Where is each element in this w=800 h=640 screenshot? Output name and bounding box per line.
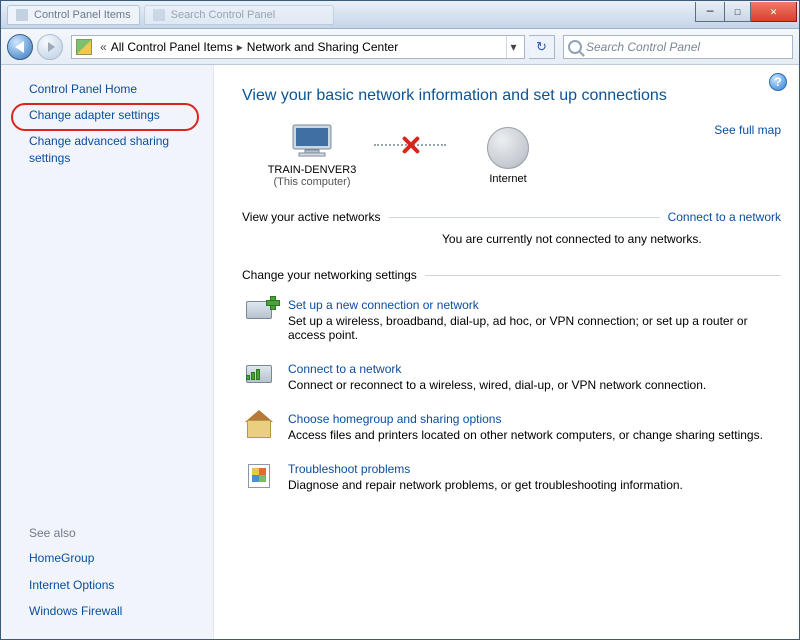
task-desc: Set up a wireless, broadband, dial-up, a…	[288, 314, 781, 342]
setup-connection-icon	[242, 298, 276, 326]
window-buttons: ─ ☐ ✕	[695, 2, 797, 22]
tab-label: Search Control Panel	[171, 9, 276, 21]
arrow-right-icon	[48, 42, 55, 52]
homegroup-icon	[242, 412, 276, 440]
change-settings-title: Change your networking settings	[242, 268, 417, 282]
task-link-homegroup[interactable]: Choose homegroup and sharing options	[288, 412, 501, 426]
computer-sub: (This computer)	[252, 176, 372, 188]
sidebar-link-home[interactable]: Control Panel Home	[29, 81, 199, 97]
window-titlebar: Control Panel Items Search Control Panel…	[1, 1, 799, 29]
help-icon[interactable]: ?	[769, 73, 787, 91]
globe-icon	[487, 127, 529, 169]
disconnected-x-icon	[399, 134, 421, 156]
main-panel: ? View your basic network information an…	[214, 65, 799, 639]
tab-icon	[153, 9, 165, 21]
close-button[interactable]: ✕	[751, 2, 797, 22]
computer-name: TRAIN-DENVER3	[252, 164, 372, 176]
task-list: Set up a new connection or network Set u…	[242, 288, 781, 502]
task-desc: Connect or reconnect to a wireless, wire…	[288, 378, 706, 392]
window: Control Panel Items Search Control Panel…	[0, 0, 800, 640]
task-connect-network: Connect to a network Connect or reconnec…	[242, 352, 781, 402]
refresh-button[interactable]: ↻	[529, 35, 555, 59]
active-networks-section: View your active networks Connect to a n…	[242, 210, 781, 246]
address-dropdown-icon[interactable]: ▾	[506, 36, 520, 58]
sidebar-link-homegroup[interactable]: HomeGroup	[29, 550, 199, 566]
sidebar-link-firewall[interactable]: Windows Firewall	[29, 603, 199, 619]
search-placeholder: Search Control Panel	[586, 40, 700, 54]
internet-label: Internet	[448, 173, 568, 185]
sidebar-link-advanced[interactable]: Change advanced sharing settings	[29, 133, 199, 165]
task-link-troubleshoot[interactable]: Troubleshoot problems	[288, 462, 410, 476]
page-title: View your basic network information and …	[242, 87, 781, 105]
task-setup-connection: Set up a new connection or network Set u…	[242, 288, 781, 352]
network-map: TRAIN-DENVER3 (This computer) Internet	[252, 123, 568, 188]
arrow-left-icon	[15, 41, 24, 53]
nav-row: « All Control Panel Items ▸ Network and …	[1, 29, 799, 65]
tab-label: Control Panel Items	[34, 9, 131, 21]
task-desc: Access files and printers located on oth…	[288, 428, 763, 442]
computer-icon	[289, 123, 335, 157]
breadcrumb-item-all[interactable]: All Control Panel Items	[111, 40, 233, 54]
see-also-section: See also HomeGroup Internet Options Wind…	[29, 504, 199, 629]
breadcrumb-item-network[interactable]: Network and Sharing Center	[247, 40, 398, 54]
back-button[interactable]	[7, 34, 33, 60]
titlebar-tabs: Control Panel Items Search Control Panel	[1, 5, 695, 25]
active-networks-title: View your active networks	[242, 210, 381, 224]
task-homegroup: Choose homegroup and sharing options Acc…	[242, 402, 781, 452]
map-this-computer: TRAIN-DENVER3 (This computer)	[252, 123, 372, 188]
sidebar: Control Panel Home Change adapter settin…	[1, 65, 214, 639]
not-connected-text: You are currently not connected to any n…	[242, 224, 781, 246]
task-desc: Diagnose and repair network problems, or…	[288, 478, 683, 492]
task-link-setup[interactable]: Set up a new connection or network	[288, 298, 479, 312]
titlebar-tab-2[interactable]: Search Control Panel	[144, 5, 334, 25]
task-troubleshoot: Troubleshoot problems Diagnose and repai…	[242, 452, 781, 502]
change-settings-section: Change your networking settings Set up a…	[242, 268, 781, 502]
see-full-map-link[interactable]: See full map	[714, 123, 781, 137]
divider	[425, 275, 781, 276]
minimize-button[interactable]: ─	[695, 2, 725, 22]
nav-buttons	[7, 33, 67, 61]
search-field[interactable]: Search Control Panel	[563, 35, 793, 59]
sidebar-link-adapter[interactable]: Change adapter settings	[29, 107, 199, 123]
breadcrumb-chevrons: «	[96, 40, 111, 54]
troubleshoot-icon	[242, 462, 276, 490]
content-area: Control Panel Home Change adapter settin…	[1, 65, 799, 639]
divider	[389, 217, 660, 218]
breadcrumb-sep-icon[interactable]: ▸	[233, 40, 247, 54]
sidebar-link-inetopt[interactable]: Internet Options	[29, 577, 199, 593]
forward-button[interactable]	[37, 34, 63, 60]
tab-icon	[16, 9, 28, 21]
connect-network-icon	[242, 362, 276, 390]
address-bar[interactable]: « All Control Panel Items ▸ Network and …	[71, 35, 525, 59]
network-map-row: TRAIN-DENVER3 (This computer) Internet S…	[242, 123, 781, 188]
control-panel-icon	[76, 39, 92, 55]
connection-status	[374, 124, 446, 188]
see-also-header: See also	[29, 526, 199, 540]
task-link-connect[interactable]: Connect to a network	[288, 362, 401, 376]
titlebar-tab-1[interactable]: Control Panel Items	[7, 5, 140, 25]
search-icon	[568, 40, 582, 54]
map-internet: Internet	[448, 127, 568, 185]
connect-network-link[interactable]: Connect to a network	[668, 210, 781, 224]
maximize-button[interactable]: ☐	[725, 2, 751, 22]
